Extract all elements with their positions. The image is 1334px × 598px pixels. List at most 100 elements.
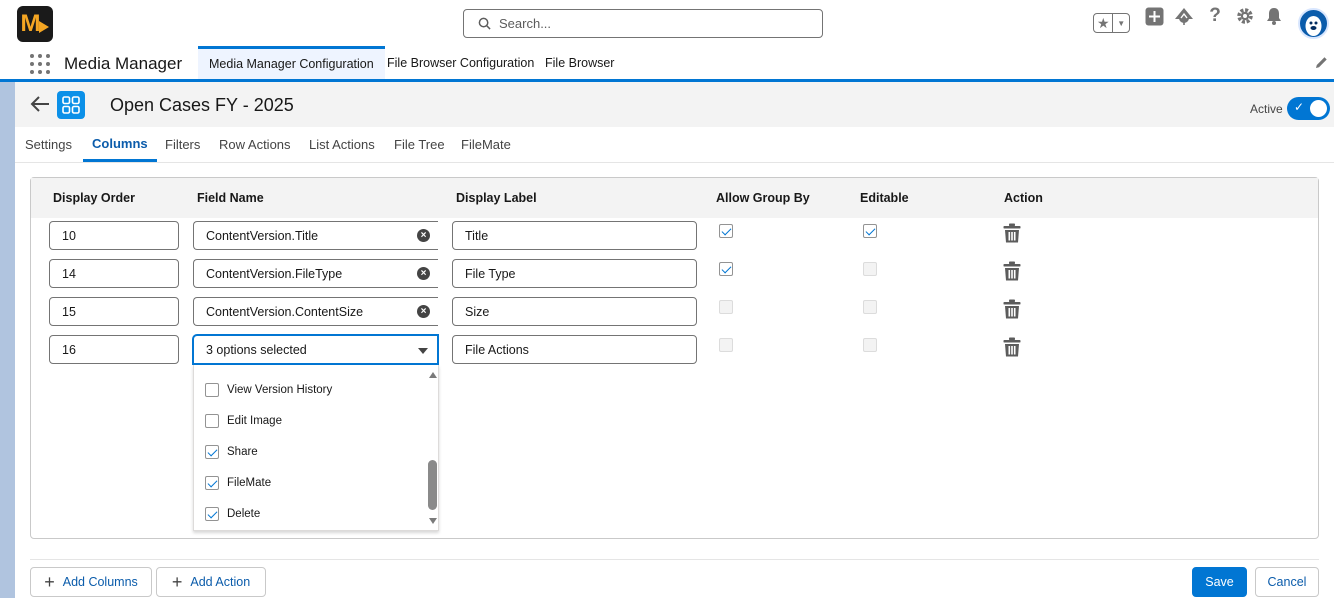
tab-filemate[interactable]: FileMate (461, 127, 511, 162)
option-label: Share (227, 446, 258, 458)
field-name-value: ContentVersion.ContentSize (206, 304, 364, 319)
footer-divider (30, 559, 1319, 560)
play-icon (38, 21, 49, 33)
notifications-button[interactable] (1264, 0, 1284, 32)
global-search-input[interactable]: Search... (463, 9, 823, 38)
scroll-up-arrow-icon[interactable] (429, 372, 437, 378)
search-placeholder: Search... (499, 16, 552, 31)
display-order-input[interactable]: 16 (49, 335, 179, 364)
editable-checkbox[interactable] (863, 224, 877, 238)
cloud-help-icon (1175, 8, 1193, 25)
option-label: Delete (227, 508, 261, 520)
trailhead-button[interactable] (1173, 0, 1195, 32)
star-icon: ★ (1094, 14, 1114, 32)
trash-icon[interactable] (1003, 299, 1021, 319)
header-allow-group-by: Allow Group By (716, 191, 810, 205)
clear-icon[interactable]: × (417, 305, 430, 318)
setup-button[interactable] (1234, 0, 1256, 32)
dropdown-option[interactable]: Delete (205, 506, 260, 522)
app-name: Media Manager (64, 54, 183, 73)
header-display-order: Display Order (53, 191, 135, 205)
tab-columns[interactable]: Columns (83, 127, 157, 162)
option-label: Edit Image (227, 415, 282, 427)
record-title: Open Cases FY - 2025 (110, 95, 294, 115)
tab-file-tree[interactable]: File Tree (394, 127, 445, 162)
clear-icon[interactable]: × (417, 267, 430, 280)
check-icon: ✓ (1294, 100, 1305, 114)
display-order-input[interactable]: 10 (49, 221, 179, 250)
edit-nav-button[interactable] (1315, 56, 1328, 72)
scroll-down-arrow-icon[interactable] (429, 518, 437, 524)
display-label-input[interactable]: File Actions (452, 335, 697, 364)
arrow-left-icon (30, 96, 49, 112)
user-avatar[interactable] (1298, 8, 1329, 39)
add-columns-label: Add Columns (62, 575, 138, 589)
favorites-button[interactable]: ★ ▼ (1093, 13, 1130, 33)
display-label-input[interactable]: Size (452, 297, 697, 326)
option-checkbox[interactable] (205, 383, 219, 397)
save-button[interactable]: Save (1192, 567, 1247, 597)
field-name-input[interactable]: ContentVersion.ContentSize × (193, 297, 438, 326)
trash-icon[interactable] (1003, 223, 1021, 243)
option-label: View Version History (227, 384, 333, 396)
display-order-input[interactable]: 14 (49, 259, 179, 288)
bell-icon (1267, 8, 1281, 25)
actions-multiselect-combobox[interactable]: 3 options selected (193, 335, 438, 364)
trash-icon[interactable] (1003, 337, 1021, 357)
nav-tab-file-browser[interactable]: File Browser (534, 46, 625, 79)
help-icon[interactable]: ? (1205, 0, 1225, 32)
add-columns-button[interactable]: + Add Columns (30, 567, 152, 597)
app-launcher-icon[interactable] (30, 54, 50, 74)
nav-tab-media-manager-configuration[interactable]: Media Manager Configuration (198, 46, 385, 79)
config-tabs (15, 127, 1334, 163)
tab-filters[interactable]: Filters (165, 127, 200, 162)
pencil-icon (1316, 57, 1327, 68)
dropdown-option[interactable]: FileMate (205, 475, 271, 491)
plus-icon: + (44, 572, 55, 592)
dropdown-option[interactable]: Share (205, 444, 258, 460)
header-action: Action (1004, 191, 1043, 205)
tab-row-actions[interactable]: Row Actions (219, 127, 291, 162)
global-create-button[interactable] (1143, 0, 1165, 32)
display-order-input[interactable]: 15 (49, 297, 179, 326)
header-display-label: Display Label (456, 191, 537, 205)
dropdown-option[interactable]: View Version History (205, 382, 332, 398)
allow-group-by-checkbox[interactable] (719, 262, 733, 276)
option-checkbox[interactable] (205, 476, 219, 490)
add-action-label: Add Action (190, 575, 251, 589)
gear-icon (1237, 8, 1253, 24)
app-logo[interactable]: M (17, 6, 53, 42)
active-label: Active (1250, 102, 1283, 116)
allow-group-by-checkbox (719, 338, 733, 352)
chevron-down-icon[interactable]: ▼ (1113, 19, 1129, 28)
active-toggle[interactable]: ✓ (1287, 97, 1330, 120)
back-button[interactable] (30, 95, 50, 116)
actions-dropdown-list: View Version History Edit Image Share Fi… (193, 365, 439, 531)
dropdown-option[interactable]: Edit Image (205, 413, 282, 429)
field-name-input[interactable]: ContentVersion.FileType × (193, 259, 438, 288)
add-icon (1145, 7, 1163, 25)
toggle-knob (1310, 100, 1327, 117)
global-header: M Search... ★ ▼ ? (0, 0, 1334, 46)
allow-group-by-checkbox (719, 300, 733, 314)
field-name-value: ContentVersion.Title (206, 228, 319, 243)
chevron-down-icon[interactable] (418, 348, 428, 354)
option-checkbox[interactable] (205, 414, 219, 428)
nav-tab-file-browser-configuration[interactable]: File Browser Configuration (376, 46, 545, 79)
tab-settings[interactable]: Settings (25, 127, 72, 162)
option-label: FileMate (227, 477, 272, 489)
cancel-button[interactable]: Cancel (1255, 567, 1319, 597)
option-checkbox[interactable] (205, 507, 219, 521)
scrollbar-thumb[interactable] (428, 460, 437, 510)
add-action-button[interactable]: + Add Action (156, 567, 266, 597)
astro-avatar-icon (1305, 16, 1322, 36)
clear-icon[interactable]: × (417, 229, 430, 242)
display-label-input[interactable]: Title (452, 221, 697, 250)
option-checkbox[interactable] (205, 445, 219, 459)
app-navigation: Media Manager Media Manager Configuratio… (0, 46, 1334, 82)
display-label-input[interactable]: File Type (452, 259, 697, 288)
field-name-input[interactable]: ContentVersion.Title × (193, 221, 438, 250)
allow-group-by-checkbox[interactable] (719, 224, 733, 238)
tab-list-actions[interactable]: List Actions (309, 127, 375, 162)
trash-icon[interactable] (1003, 261, 1021, 281)
